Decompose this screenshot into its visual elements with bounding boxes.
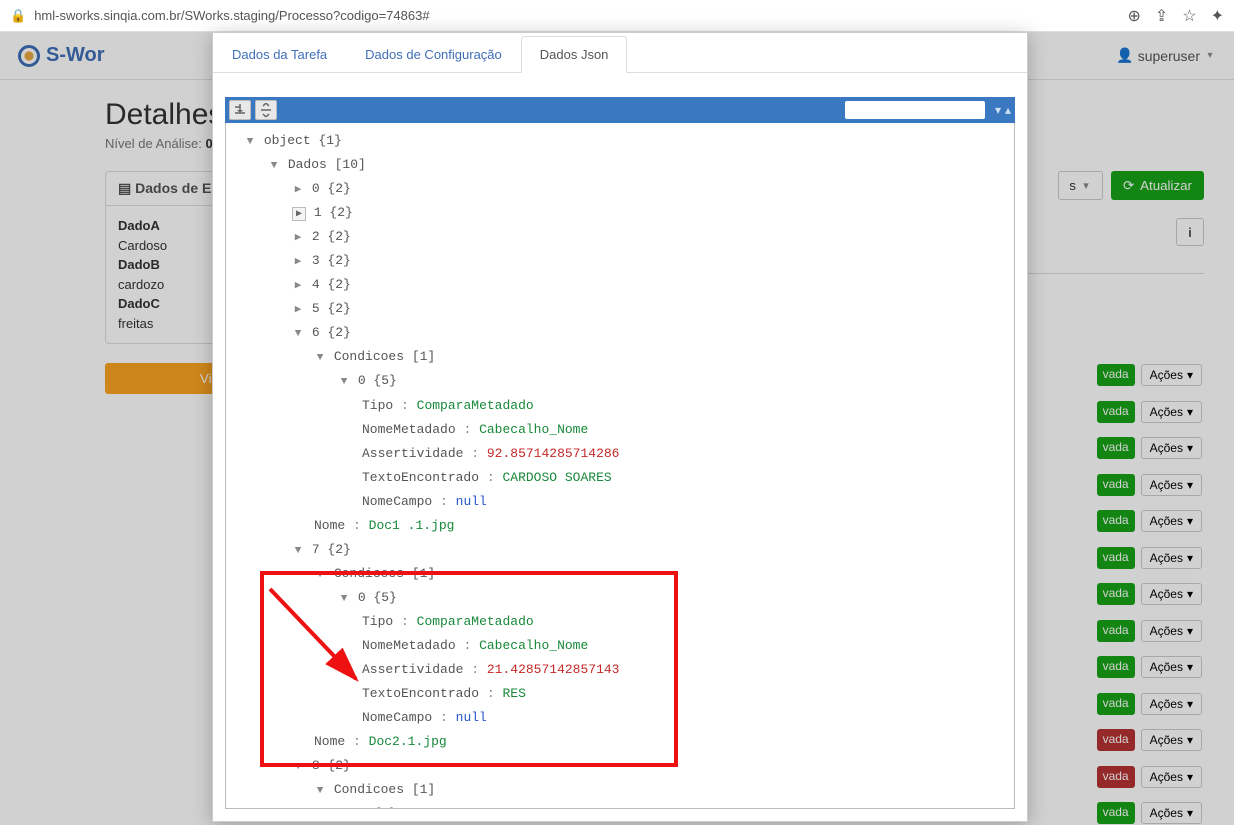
- expand-icon[interactable]: ▶: [292, 252, 304, 272]
- share-icon[interactable]: ⇪: [1155, 6, 1168, 26]
- lock-icon: 🔒: [10, 8, 26, 24]
- sort-up-icon[interactable]: ▴: [1005, 103, 1011, 117]
- expand-all-button[interactable]: [255, 100, 277, 120]
- expand-icon[interactable]: ▶: [292, 207, 306, 221]
- browser-url: hml-sworks.sinqia.com.br/SWorks.staging/…: [34, 8, 1127, 23]
- tab-dados-config[interactable]: Dados de Configuração: [346, 36, 521, 73]
- zoom-icon[interactable]: ⊕: [1127, 6, 1140, 26]
- json-modal: Dados da Tarefa Dados de Configuração Da…: [212, 32, 1028, 822]
- json-search-input[interactable]: [845, 101, 985, 119]
- json-toolbar: 🔍 ▾ ▴: [225, 97, 1015, 123]
- tab-dados-tarefa[interactable]: Dados da Tarefa: [213, 36, 346, 73]
- browser-address-bar: 🔒 hml-sworks.sinqia.com.br/SWorks.stagin…: [0, 0, 1234, 32]
- expand-icon[interactable]: ▶: [292, 228, 304, 248]
- modal-tabs: Dados da Tarefa Dados de Configuração Da…: [213, 33, 1027, 73]
- extension-icon[interactable]: ✦: [1211, 6, 1224, 26]
- expand-icon[interactable]: ▶: [292, 276, 304, 296]
- star-icon[interactable]: ☆: [1182, 6, 1196, 26]
- json-tree[interactable]: ▼ object {1} ▼ Dados [10] ▶ 0 {2}▶ 1 {2}…: [225, 123, 1015, 809]
- sort-down-icon[interactable]: ▾: [995, 103, 1001, 117]
- expand-icon[interactable]: ▶: [292, 180, 304, 200]
- expand-icon[interactable]: ▶: [292, 300, 304, 320]
- collapse-all-button[interactable]: [229, 100, 251, 120]
- tab-dados-json[interactable]: Dados Json: [521, 36, 628, 73]
